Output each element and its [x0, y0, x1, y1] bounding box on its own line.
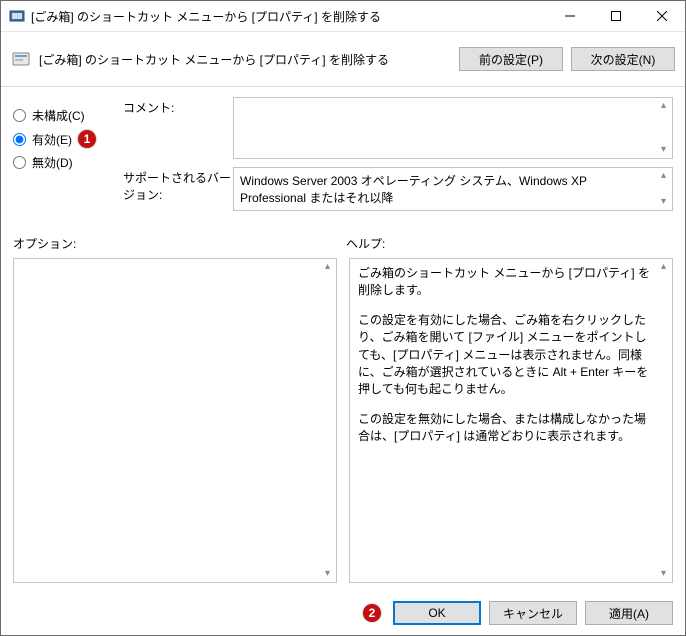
- options-label: オプション:: [13, 235, 340, 252]
- window-title: [ごみ箱] のショートカット メニューから [プロパティ] を削除する: [31, 8, 547, 25]
- cancel-button[interactable]: キャンセル: [489, 601, 577, 625]
- titlebar[interactable]: [ごみ箱] のショートカット メニューから [プロパティ] を削除する: [1, 1, 685, 32]
- supported-scrollbar[interactable]: ▴▾: [655, 168, 672, 210]
- comment-textarea[interactable]: ▴▾: [233, 97, 673, 159]
- next-setting-button[interactable]: 次の設定(N): [571, 47, 675, 71]
- supported-on-label: サポートされるバージョン:: [123, 167, 233, 211]
- metadata-area: コメント: ▴▾ サポートされるバージョン: Windows Server 20…: [123, 97, 673, 219]
- policy-icon: [11, 49, 31, 69]
- panels: ▴▾ ごみ箱のショートカット メニューから [プロパティ] を削除します。 この…: [13, 258, 673, 583]
- maximize-button[interactable]: [593, 1, 639, 31]
- help-panel: ごみ箱のショートカット メニューから [プロパティ] を削除します。 この設定を…: [349, 258, 673, 583]
- policy-editor-window: [ごみ箱] のショートカット メニューから [プロパティ] を削除する [ごみ箱…: [0, 0, 686, 636]
- radio-not-configured-label[interactable]: 未構成(C): [32, 107, 85, 124]
- close-button[interactable]: [639, 1, 685, 31]
- supported-on-box: Windows Server 2003 オペレーティング システム、Window…: [233, 167, 673, 211]
- apply-button[interactable]: 適用(A): [585, 601, 673, 625]
- help-label: ヘルプ:: [340, 235, 673, 252]
- help-paragraph: この設定を無効にした場合、または構成しなかった場合は、[プロパティ] は通常どお…: [358, 411, 650, 446]
- upper-area: 未構成(C) 有効(E) 1 無効(D) コメント: ▴▾: [13, 97, 673, 219]
- policy-header: [ごみ箱] のショートカット メニューから [プロパティ] を削除する 前の設定…: [1, 32, 685, 87]
- ok-button[interactable]: OK: [393, 601, 481, 625]
- help-paragraph: この設定を有効にした場合、ごみ箱を右クリックしたり、ごみ箱を開いて [ファイル]…: [358, 312, 650, 399]
- policy-title: [ごみ箱] のショートカット メニューから [プロパティ] を削除する: [39, 51, 451, 68]
- minimize-button[interactable]: [547, 1, 593, 31]
- dialog-footer: 2 OK キャンセル 適用(A): [1, 591, 685, 635]
- annotation-marker-1: 1: [78, 130, 96, 148]
- previous-setting-button[interactable]: 前の設定(P): [459, 47, 563, 71]
- supported-on-value: Windows Server 2003 オペレーティング システム、Window…: [240, 174, 587, 205]
- app-icon: [9, 8, 25, 24]
- radio-disabled[interactable]: [13, 156, 26, 169]
- radio-disabled-label[interactable]: 無効(D): [32, 154, 73, 171]
- comment-label: コメント:: [123, 97, 233, 159]
- radio-not-configured[interactable]: [13, 109, 26, 122]
- annotation-marker-2: 2: [363, 604, 381, 622]
- section-labels: オプション: ヘルプ:: [13, 235, 673, 252]
- state-radio-group: 未構成(C) 有効(E) 1 無効(D): [13, 97, 123, 219]
- radio-enabled[interactable]: [13, 133, 26, 146]
- help-paragraph: ごみ箱のショートカット メニューから [プロパティ] を削除します。: [358, 265, 650, 300]
- help-scrollbar[interactable]: ▴▾: [655, 259, 672, 582]
- radio-enabled-label[interactable]: 有効(E): [32, 131, 72, 148]
- options-scrollbar[interactable]: ▴▾: [319, 259, 336, 582]
- comment-scrollbar[interactable]: ▴▾: [655, 98, 672, 158]
- options-panel: ▴▾: [13, 258, 337, 583]
- dialog-body: 未構成(C) 有効(E) 1 無効(D) コメント: ▴▾: [1, 87, 685, 591]
